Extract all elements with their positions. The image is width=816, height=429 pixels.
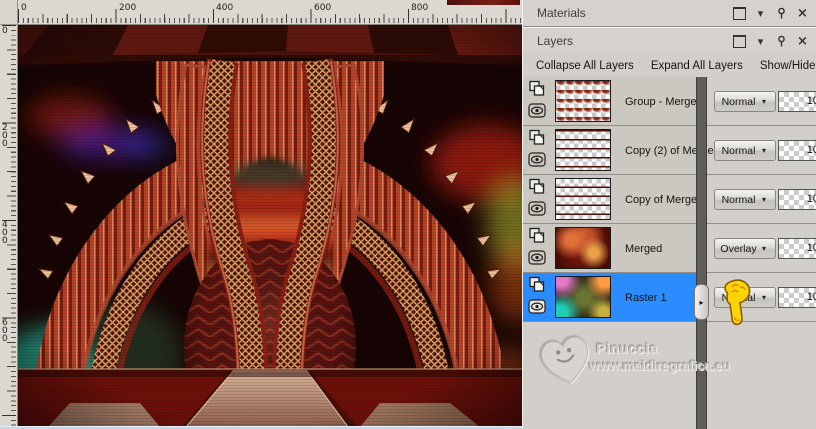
chevron-down-icon: ▾ <box>762 244 767 253</box>
vertical-ruler: 0 200 400 600 <box>0 25 18 429</box>
layer-name[interactable]: Copy of Merged <box>625 194 703 206</box>
blend-mode-dropdown[interactable]: Overlay ▾ <box>714 238 776 259</box>
layer-thumbnail[interactable] <box>555 80 611 122</box>
layers-toolbar: Collapse All Layers Expand All Layers Sh… <box>523 54 816 77</box>
ruler-label: 800 <box>411 3 429 13</box>
visibility-eye-icon[interactable] <box>528 151 546 168</box>
layer-thumbnail[interactable] <box>555 178 611 220</box>
opacity-value: 10 <box>806 242 816 254</box>
ruler-label: 200 <box>2 123 8 149</box>
layer-pages-icon[interactable] <box>528 129 546 146</box>
close-panel-icon[interactable]: × <box>796 6 809 21</box>
chevron-down-icon: ▾ <box>762 146 767 155</box>
opacity-value: 10 <box>806 291 816 303</box>
layer-thumbnail[interactable] <box>555 276 611 318</box>
layer-thumbnail[interactable] <box>555 227 611 269</box>
blend-row: Normal ▾ 10 <box>707 126 816 175</box>
canvas-image[interactable] <box>0 25 568 429</box>
opacity-field[interactable]: 10 <box>778 140 816 161</box>
chevron-down-icon: ▾ <box>762 293 767 302</box>
opacity-value: 10 <box>806 95 816 107</box>
window-edge <box>447 0 520 5</box>
layer-thumbnail[interactable] <box>555 129 611 171</box>
opacity-field[interactable]: 10 <box>778 91 816 112</box>
ruler-label: 400 <box>216 3 234 13</box>
watermark: Pinuccia www.maidiregrafica.eu <box>533 327 730 427</box>
opacity-value: 10 <box>806 144 816 156</box>
float-panel-icon[interactable] <box>733 34 746 48</box>
opacity-field[interactable]: 10 <box>778 238 816 259</box>
chevron-down-icon: ▾ <box>762 195 767 204</box>
pointing-hand-cursor <box>717 275 760 332</box>
splitter-handle[interactable]: ▸ <box>694 284 709 320</box>
pin-icon[interactable] <box>775 7 788 20</box>
watermark-name: Pinuccia <box>596 340 658 356</box>
blend-mode-value: Overlay <box>720 242 757 255</box>
materials-panel-title: Materials <box>537 6 586 20</box>
layers-list-body: Group - Merged Copy (2) of Merged Copy o… <box>523 77 816 429</box>
layer-row-raster1[interactable]: Raster 1 <box>523 273 696 322</box>
layer-pages-icon[interactable] <box>528 227 546 244</box>
layers-panel-title: Layers <box>537 34 574 48</box>
layer-row-group-merged[interactable]: Group - Merged <box>523 77 703 126</box>
layers-panel-titlebar: Layers ▾ × <box>523 28 816 54</box>
layer-row-copy2-merged[interactable]: Copy (2) of Merged <box>523 126 720 175</box>
chevron-down-icon: ▾ <box>762 97 767 106</box>
layer-name[interactable]: Merged <box>625 243 662 255</box>
expand-all-layers-button[interactable]: Expand All Layers <box>651 60 743 72</box>
ruler-label: 0 <box>21 3 27 13</box>
layer-pages-icon[interactable] <box>528 178 546 195</box>
ruler-label: 200 <box>119 3 137 13</box>
ruler-label: 600 <box>314 3 332 13</box>
splitter-arrow-icon: ▸ <box>699 297 704 307</box>
visibility-eye-icon[interactable] <box>528 200 546 217</box>
blend-row: Normal ▾ 10 <box>707 175 816 224</box>
ruler-label: 0 <box>2 26 8 36</box>
ruler-corner <box>0 0 18 25</box>
layer-pages-icon[interactable] <box>528 276 546 293</box>
blend-mode-dropdown[interactable]: Normal ▾ <box>714 140 776 161</box>
visibility-eye-icon[interactable] <box>528 249 546 266</box>
layer-name[interactable]: Raster 1 <box>625 292 667 304</box>
opacity-field[interactable]: 10 <box>778 189 816 210</box>
layer-pages-icon[interactable] <box>528 80 546 97</box>
blend-row: Overlay ▾ 10 <box>707 224 816 273</box>
image-workspace: 0 200 400 600 800 0 200 400 600 <box>0 0 568 429</box>
blend-mode-dropdown[interactable]: Normal ▾ <box>714 91 776 112</box>
panel-menu-arrow-icon[interactable]: ▾ <box>754 7 767 20</box>
visibility-eye-icon[interactable] <box>528 102 546 119</box>
panel-menu-arrow-icon[interactable]: ▾ <box>754 35 767 48</box>
opacity-value: 10 <box>806 193 816 205</box>
side-panel: Materials ▾ × Layers ▾ × Collapse All La… <box>522 0 816 429</box>
opacity-field[interactable]: 10 <box>778 287 816 308</box>
collapse-all-layers-button[interactable]: Collapse All Layers <box>536 60 634 72</box>
blend-mode-value: Normal <box>721 193 756 206</box>
heart-logo-icon <box>541 336 589 384</box>
ruler-label: 400 <box>2 220 8 246</box>
float-panel-icon[interactable] <box>733 6 746 20</box>
layer-name[interactable]: Group - Merged <box>625 96 703 108</box>
close-panel-icon[interactable]: × <box>796 34 809 49</box>
watermark-site: www.maidiregrafica.eu <box>589 358 731 373</box>
visibility-eye-icon[interactable] <box>528 298 546 315</box>
app-window: 0 200 400 600 800 0 200 400 600 Material… <box>0 0 816 429</box>
layer-list: Group - Merged Copy (2) of Merged Copy o… <box>523 77 720 322</box>
materials-panel-titlebar: Materials ▾ × <box>523 0 816 26</box>
ruler-label: 600 <box>2 318 8 344</box>
blend-mode-value: Normal <box>721 95 756 108</box>
show-hide-button[interactable]: Show/Hide Q <box>760 60 816 72</box>
blend-mode-value: Normal <box>721 144 756 157</box>
canvas-artwork <box>0 25 568 429</box>
layer-row-merged[interactable]: Merged <box>523 224 696 273</box>
blend-mode-dropdown[interactable]: Normal ▾ <box>714 189 776 210</box>
pin-icon[interactable] <box>775 35 788 48</box>
blend-row: Normal ▾ 10 <box>707 77 816 126</box>
layer-row-copy-merged[interactable]: Copy of Merged <box>523 175 703 224</box>
layers-panel-splitter[interactable] <box>696 77 707 429</box>
